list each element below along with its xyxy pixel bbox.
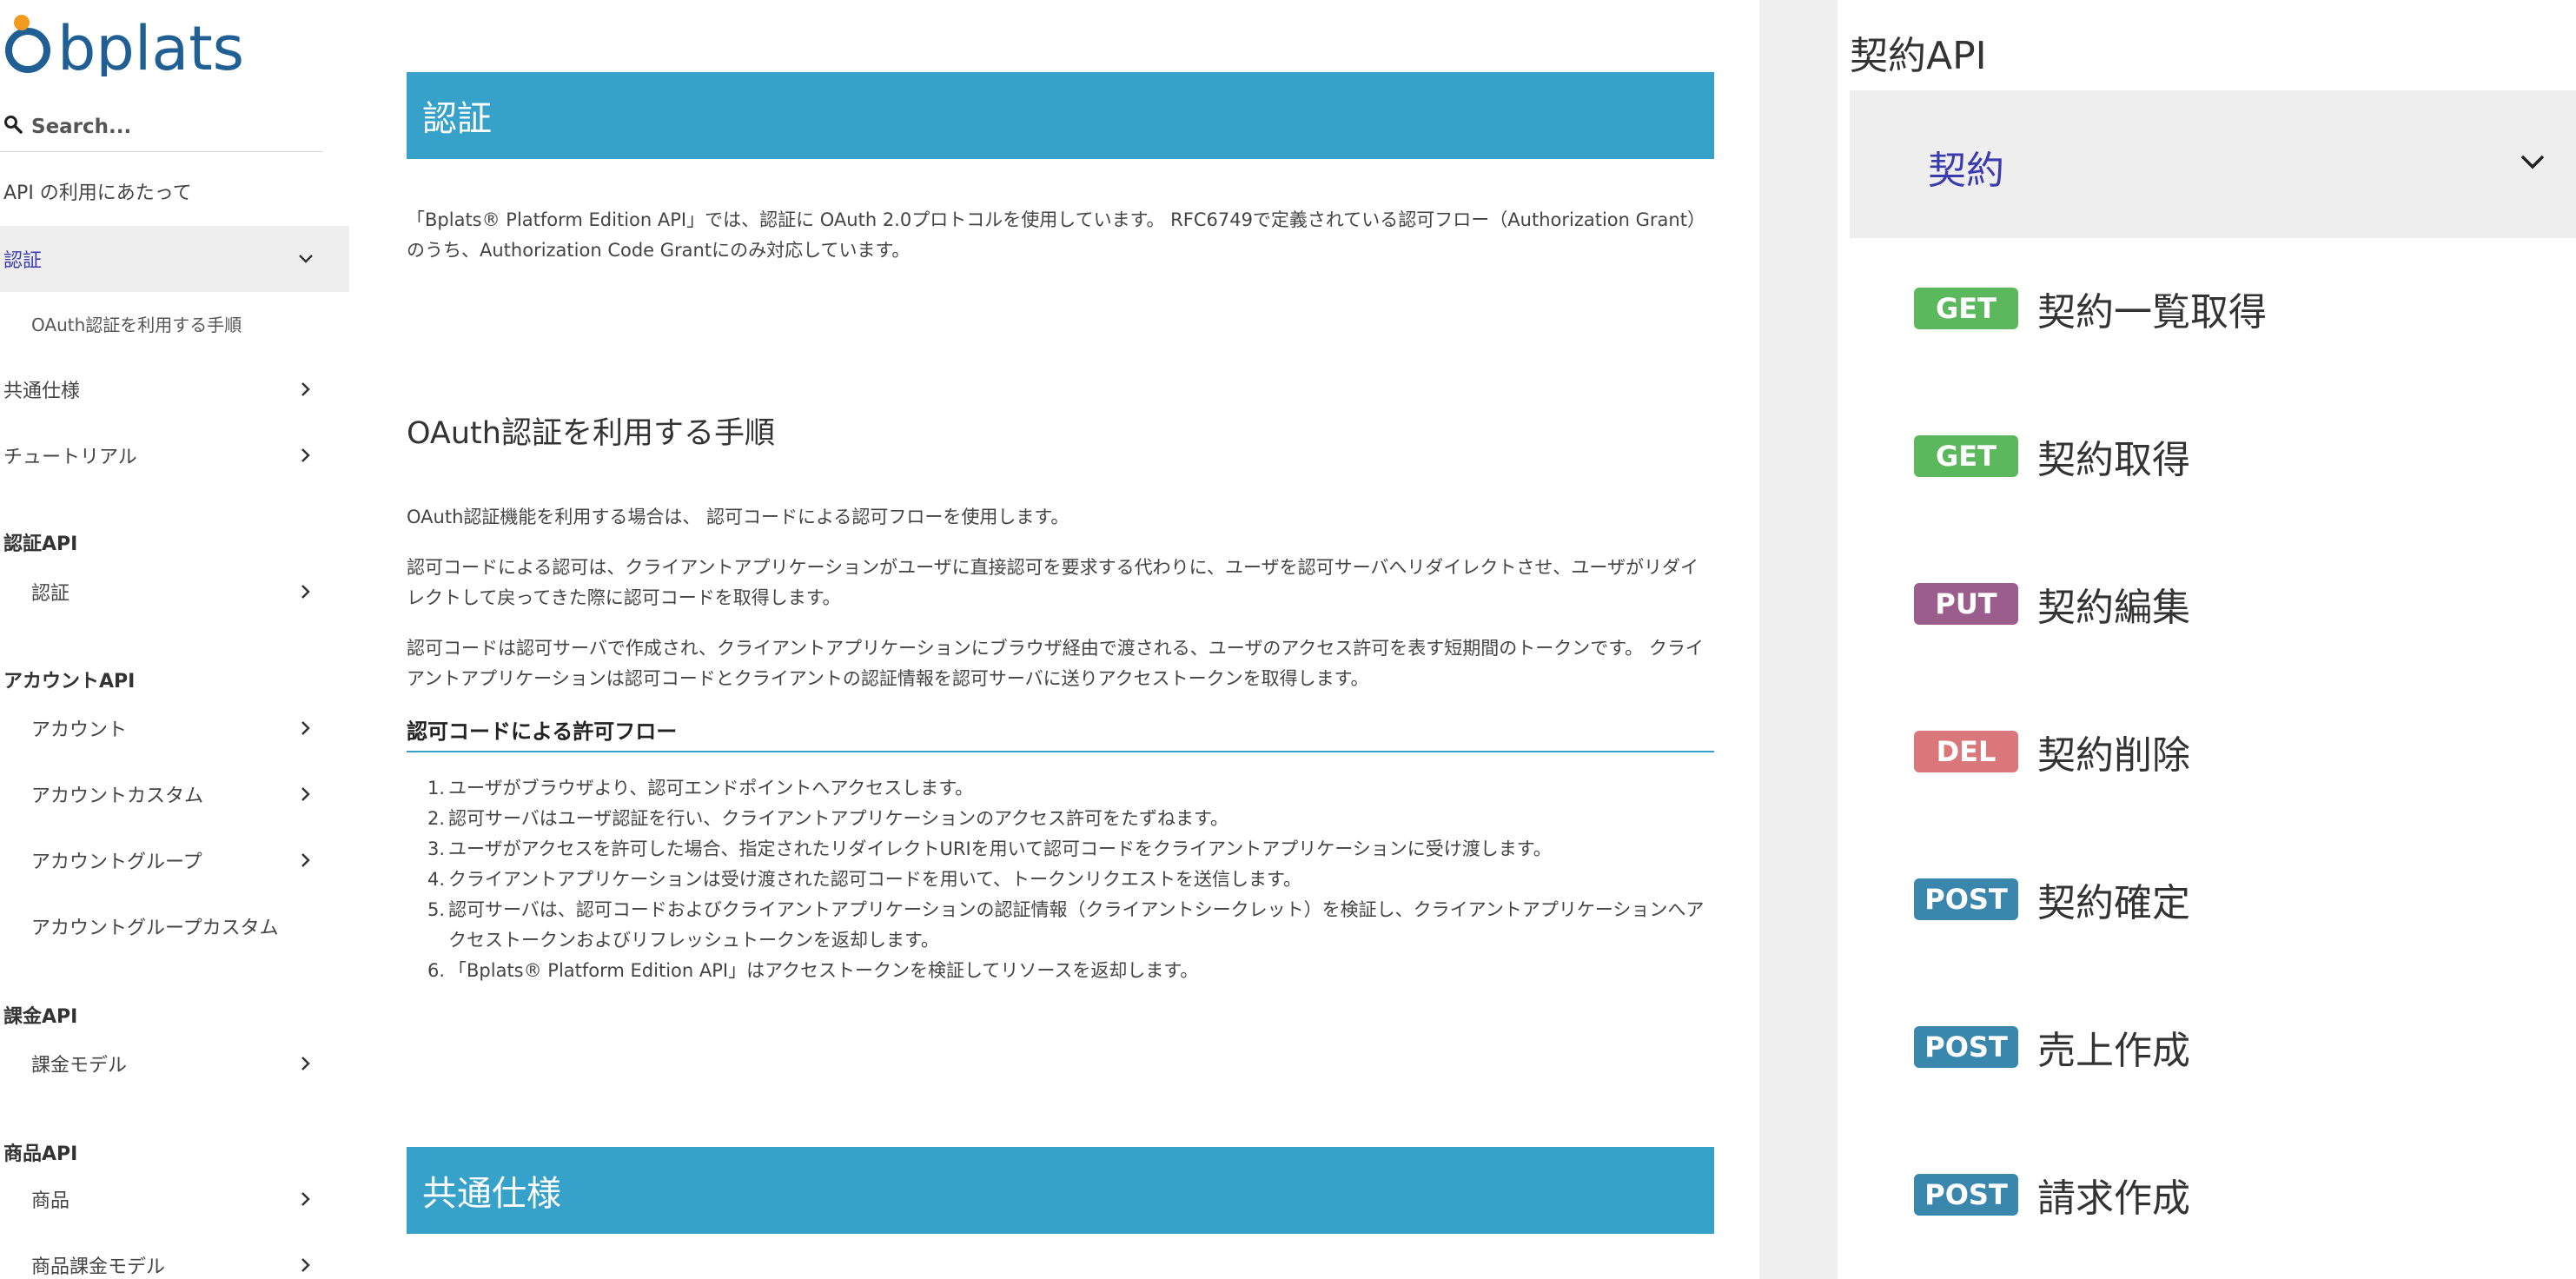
- sidebar-heading-auth-api: 認証API: [3, 533, 78, 555]
- sidebar-item-label: OAuth認証を利用する手順: [31, 314, 242, 335]
- sidebar-heading-billing-api: 課金API: [3, 1006, 78, 1028]
- endpoint-name: 売上作成: [2037, 1029, 2190, 1073]
- method-badge: GET: [1914, 288, 2018, 329]
- endpoint-contract-list[interactable]: GET 契約一覧取得: [1914, 282, 2267, 335]
- endpoint-name: 契約削除: [2037, 733, 2190, 778]
- list-item: 3. ユーザがアクセスを許可した場合、指定されたリダイレクトURIを用いて認可コー…: [419, 834, 1713, 865]
- endpoint-contract-delete[interactable]: DEL 契約削除: [1914, 726, 2190, 778]
- logo-mark: bplats: [5, 13, 244, 84]
- sidebar-item-label: 商品: [31, 1190, 70, 1212]
- chevron-right-icon: [301, 1192, 310, 1206]
- sidebar-item-label: API の利用にあたって: [3, 182, 192, 204]
- intro-paragraph: 「Bplats® Platform Edition API」では、認証に OAu…: [407, 209, 1705, 261]
- sidebar-item-label: アカウント: [31, 719, 128, 741]
- list-item: 5. 認可サーバは、認可コードおよびクライアントアプリケーションの認証情報（クライ…: [419, 895, 1713, 956]
- endpoint-invoice-create[interactable]: POST 請求作成: [1914, 1169, 2190, 1221]
- list-item: 2. 認可サーバはユーザ認証を行い、クライアントアプリケーションのアクセス許可をた…: [419, 804, 1713, 834]
- endpoint-sales-create[interactable]: POST 売上作成: [1914, 1021, 2190, 1073]
- endpoint-contract-confirm[interactable]: POST 契約確定: [1914, 873, 2190, 925]
- chevron-right-icon: [301, 448, 310, 462]
- sidebar-item-oauth-steps[interactable]: OAuth認証を利用する手順: [0, 290, 349, 356]
- sidebar-item-label: アカウントカスタム: [31, 785, 204, 807]
- api-nav-panel: 契約API 契約 GET 契約一覧取得 GET 契約取得 PUT 契約編集 DE…: [1838, 0, 2576, 1279]
- endpoint-name: 契約一覧取得: [2037, 290, 2267, 335]
- right-gutter: [1759, 0, 1838, 1279]
- sidebar-item-label: 商品課金モデル: [31, 1256, 166, 1278]
- sidebar-item-api-usage[interactable]: API の利用にあたって: [0, 158, 349, 224]
- method-badge: DEL: [1914, 731, 2018, 772]
- sidebar-heading-product-api: 商品API: [3, 1143, 78, 1165]
- chevron-down-icon: [299, 255, 313, 263]
- sidebar-item-account-group-custom[interactable]: アカウントグループカスタム: [0, 893, 349, 959]
- sidebar-item-account-group[interactable]: アカウントグループ: [0, 827, 349, 893]
- paragraph-auth-code-grant: 認可コードによる認可は、クライアントアプリケーションがユーザに直接認可を要求する…: [407, 557, 1699, 608]
- main-content: 認証 「Bplats® Platform Edition API」では、認証に …: [407, 0, 1714, 1279]
- api-panel-title: 契約API: [1850, 34, 1987, 78]
- endpoint-contract-get[interactable]: GET 契約取得: [1914, 430, 2190, 482]
- sidebar-item-account-custom[interactable]: アカウントカスタム: [0, 761, 349, 827]
- sidebar-item-account[interactable]: アカウント: [0, 695, 349, 761]
- flow-heading: 認可コードによる許可フロー: [407, 714, 1714, 752]
- step-text: ユーザがアクセスを許可した場合、指定されたリダイレクトURIを用いて認可コードを…: [448, 838, 1552, 859]
- sidebar-item-auth-api-auth[interactable]: 認証: [0, 559, 349, 625]
- sidebar-item-billing-model[interactable]: 課金モデル: [0, 1030, 349, 1097]
- api-group-label: 契約: [1928, 149, 2004, 193]
- chevron-right-icon: [301, 787, 310, 801]
- endpoint-name: 請求作成: [2037, 1176, 2190, 1221]
- list-item: 4. クライアントアプリケーションは受け渡された認可コードを用いて、トークンリクエ…: [419, 865, 1713, 895]
- section-banner-auth: 認証: [407, 72, 1714, 159]
- sidebar-item-label: 認証: [3, 250, 43, 272]
- endpoint-name: 契約取得: [2037, 438, 2190, 482]
- sidebar-item-label: アカウントグループ: [31, 852, 202, 873]
- sidebar-item-label: 共通仕様: [3, 381, 81, 402]
- method-badge: POST: [1914, 878, 2018, 920]
- flow-steps-list: 1. ユーザがブラウザより、認可エンドポイントへアクセスします。 2. 認可サーバは…: [419, 773, 1713, 986]
- chevron-right-icon: [301, 721, 310, 735]
- sidebar-item-auth[interactable]: 認証: [0, 226, 349, 292]
- step-text: 認可サーバはユーザ認証を行い、クライアントアプリケーションのアクセス許可をたずね…: [448, 808, 1228, 829]
- sidebar-item-label: アカウントグループカスタム: [31, 918, 279, 939]
- step-text: 「Bplats® Platform Edition API」はアクセストークンを…: [448, 960, 1199, 981]
- section-banner-common-spec: 共通仕様: [407, 1147, 1714, 1234]
- search-icon: [4, 116, 23, 134]
- paragraph-auth-code-desc: 認可コードは認可サーバで作成され、クライアントアプリケーションにブラウザ経由で渡…: [407, 638, 1704, 689]
- method-badge: POST: [1914, 1174, 2018, 1216]
- sidebar-heading-account-api: アカウントAPI: [3, 671, 136, 693]
- endpoint-contract-edit[interactable]: PUT 契約編集: [1914, 578, 2190, 630]
- method-badge: PUT: [1914, 583, 2018, 625]
- sidebar-item-product[interactable]: 商品: [0, 1166, 349, 1232]
- chevron-right-icon: [301, 853, 310, 867]
- chevron-right-icon: [301, 382, 310, 396]
- sidebar-item-product-billing-model[interactable]: 商品課金モデル: [0, 1232, 349, 1279]
- sidebar: bplats API の利用にあたって 認証 OAuth認証を利用する手順 共通…: [0, 0, 349, 1279]
- method-badge: GET: [1914, 435, 2018, 477]
- list-item: 6. 「Bplats® Platform Edition API」はアクセストーク…: [419, 956, 1713, 986]
- api-group-contract[interactable]: 契約: [1850, 90, 2576, 238]
- oauth-steps-heading: OAuth認証を利用する手順: [407, 416, 775, 451]
- search-box[interactable]: [0, 103, 323, 152]
- list-item: 1. ユーザがブラウザより、認可エンドポイントへアクセスします。: [419, 773, 1713, 804]
- method-badge: POST: [1914, 1026, 2018, 1068]
- chevron-right-icon: [301, 1258, 310, 1272]
- endpoint-name: 契約編集: [2037, 586, 2190, 630]
- paragraph-oauth-usage: OAuth認証機能を利用する場合は、 認可コードによる認可フローを使用します。: [407, 507, 1069, 527]
- chevron-down-icon: [2520, 155, 2545, 169]
- chevron-right-icon: [301, 1057, 310, 1070]
- step-text: 認可サーバは、認可コードおよびクライアントアプリケーションの認証情報（クライアン…: [448, 899, 1705, 951]
- sidebar-item-common-spec[interactable]: 共通仕様: [0, 356, 349, 422]
- sidebar-item-tutorial[interactable]: チュートリアル: [0, 422, 349, 488]
- search-input[interactable]: [30, 109, 320, 144]
- endpoint-name: 契約確定: [2037, 881, 2190, 925]
- step-text: ユーザがブラウザより、認可エンドポイントへアクセスします。: [448, 778, 974, 799]
- chevron-right-icon: [301, 585, 310, 599]
- sidebar-item-label: チュートリアル: [3, 447, 137, 468]
- step-text: クライアントアプリケーションは受け渡された認可コードを用いて、トークンリクエスト…: [448, 869, 1301, 890]
- sidebar-item-label: 認証: [31, 583, 70, 605]
- sidebar-item-label: 課金モデル: [31, 1055, 128, 1077]
- bplats-logo[interactable]: bplats: [0, 7, 330, 84]
- logo-text: bplats: [57, 13, 244, 76]
